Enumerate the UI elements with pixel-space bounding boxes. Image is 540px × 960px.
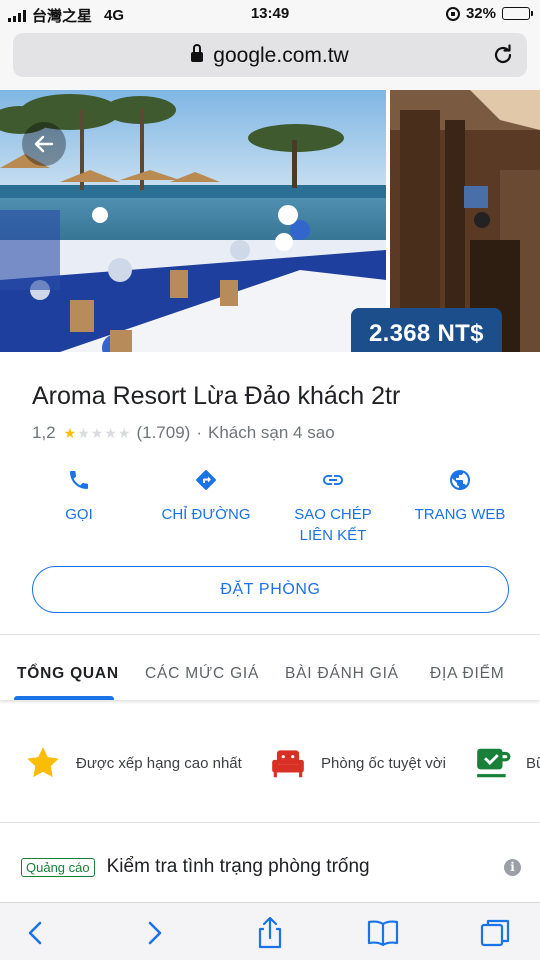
coffee-cup-icon [477,748,511,778]
star-icon [27,747,59,778]
status-right: 32% [445,5,533,22]
copy-link-label-line2: LIÊN KẾT [299,527,367,544]
divider [0,822,540,823]
globe-icon [450,470,470,490]
ad-badge: Quảng cáo [21,857,95,877]
link-icon [323,475,343,485]
share-icon[interactable] [252,915,288,951]
reload-icon[interactable] [491,43,515,67]
highlight-great-rooms-label: Phòng ốc tuyệt vời [321,754,446,772]
rating-star-icon: ★ [104,424,117,441]
address-bar[interactable]: google.com.tw [13,33,527,77]
separator-dot: · [196,423,202,442]
tab-prices[interactable]: CÁC MỨC GIÁ [145,665,259,683]
rating-star-icon: ★ [90,424,104,441]
orientation-lock-icon [445,6,460,21]
battery-percent: 32% [465,5,496,22]
url-text: google.com.tw [213,44,349,67]
tabs-icon[interactable] [478,915,514,951]
price-badge[interactable]: 2.368 NT$ [351,308,502,352]
call-label: GỌI [65,506,93,523]
ad-title[interactable]: Kiểm tra tình trạng phòng trống [107,856,370,878]
browser-chrome: google.com.tw [0,28,540,90]
tab-location[interactable]: ĐỊA ĐIỂM [430,665,504,683]
active-tab-indicator [14,696,114,700]
rating-stars: ★ ★ ★ ★ ★ [64,425,131,442]
directions-label: CHỈ ĐƯỜNG [161,506,251,523]
copy-link-button[interactable]: SAO CHÉP LIÊN KẾT [268,465,398,546]
divider [0,634,540,635]
bookmarks-icon[interactable] [365,915,401,951]
highlights-row: Được xếp hạng cao nhất Phòng ốc tuyệt vờ… [0,740,540,784]
forward-nav-icon[interactable] [136,915,172,951]
ad-row[interactable]: Quảng cáo Kiểm tra tình trạng phòng trốn… [21,854,521,880]
hotel-name: Aroma Resort Lừa Đảo khách 2tr [32,382,401,410]
rating-value: 1,2 [32,423,56,442]
tab-bar: TỔNG QUAN CÁC MỨC GIÁ BÀI ĐÁNH GIÁ ĐỊA Đ… [0,640,540,700]
back-nav-icon[interactable] [18,915,54,951]
rating-star-icon: ★ [77,424,90,441]
status-bar: 台灣之星 4G 13:49 32% [0,0,540,28]
action-row: GỌI CHỈ ĐƯỜNG SAO CHÉP LIÊN KẾT TRANG WE… [0,465,540,555]
hotel-category: Khách sạn 4 sao [208,423,335,442]
directions-icon [196,470,216,490]
copy-link-label-line1: SAO CHÉP [294,506,372,523]
rating-star-icon: ★ [117,424,131,441]
highlight-top-rated: Được xếp hạng cao nhất [24,744,242,782]
website-button[interactable]: TRANG WEB [395,465,525,525]
sofa-icon [272,750,304,778]
highlight-breakfast-label: Bữ [526,754,540,772]
rating-row: 1,2 ★ ★ ★ ★ ★ (1.709) · Khách sạn 4 sao [32,423,335,443]
tab-overview[interactable]: TỔNG QUAN [17,665,119,683]
hotel-photo-carousel[interactable]: 2.368 NT$ [0,90,540,352]
highlight-great-rooms: Phòng ốc tuyệt vời [269,744,446,782]
directions-button[interactable]: CHỈ ĐƯỜNG [141,465,271,525]
review-count[interactable]: (1.709) [136,423,190,443]
highlight-breakfast: Bữ [474,744,540,782]
phone-icon [70,471,88,489]
browser-toolbar [0,902,540,960]
rating-star-icon: ★ [63,424,77,441]
back-button[interactable] [22,122,66,166]
address-text-wrap: google.com.tw [13,44,527,68]
lock-icon [191,44,204,63]
info-icon[interactable]: i [504,859,521,876]
book-room-button[interactable]: ĐẶT PHÒNG [32,566,509,613]
website-label: TRANG WEB [414,506,506,523]
call-button[interactable]: GỌI [14,465,144,525]
battery-icon [502,7,533,20]
arrow-left-icon [34,135,54,153]
tab-reviews[interactable]: BÀI ĐÁNH GIÁ [285,665,399,683]
highlight-top-rated-label: Được xếp hạng cao nhất [76,754,242,772]
